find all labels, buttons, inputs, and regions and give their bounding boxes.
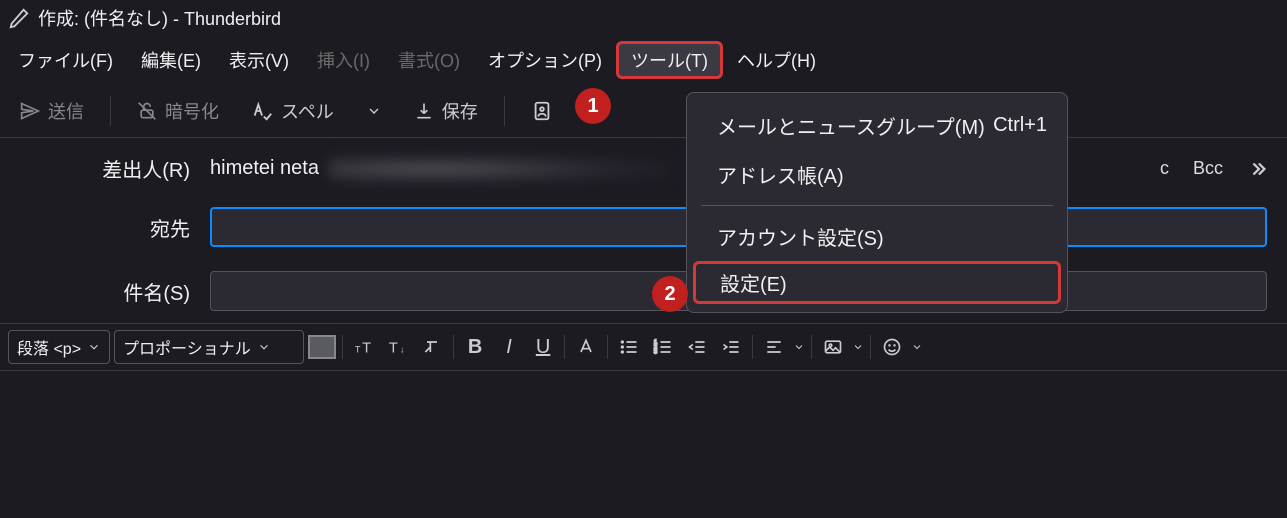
download-icon: [414, 101, 434, 121]
menu-settings[interactable]: 設定(E): [693, 261, 1061, 304]
contacts-button[interactable]: [519, 96, 565, 126]
from-blurred-email: [329, 155, 669, 183]
insert-image-button[interactable]: [818, 332, 848, 362]
menu-account-settings[interactable]: アカウント設定(S): [687, 212, 1067, 261]
format-divider: [870, 335, 871, 359]
chevron-down-icon: [257, 340, 271, 354]
tools-menu: メールとニュースグループ(M) Ctrl+1 アドレス帳(A) アカウント設定(…: [686, 92, 1068, 313]
number-list-button[interactable]: 123: [648, 332, 678, 362]
emoji-button[interactable]: [877, 332, 907, 362]
from-row: 差出人(R) himetei neta c Bcc: [0, 154, 1287, 183]
window-titlebar: 作成: (件名なし) - Thunderbird: [0, 0, 1287, 36]
bcc-button[interactable]: Bcc: [1193, 158, 1223, 179]
color-swatch[interactable]: [308, 335, 336, 359]
cc-bcc-controls: c Bcc: [1160, 158, 1287, 180]
format-divider: [607, 335, 608, 359]
to-label: 宛先: [40, 213, 210, 242]
menu-options[interactable]: オプション(P): [474, 41, 616, 79]
menu-address-book[interactable]: アドレス帳(A): [687, 150, 1067, 199]
menu-view[interactable]: 表示(V): [215, 41, 303, 79]
format-divider: [453, 335, 454, 359]
menu-edit[interactable]: 編集(E): [127, 41, 215, 79]
bullet-list-button[interactable]: [614, 332, 644, 362]
outdent-button[interactable]: [682, 332, 712, 362]
font-size-increase-button[interactable]: T↓: [383, 332, 413, 362]
window-title: 作成: (件名なし) - Thunderbird: [38, 5, 281, 31]
align-button[interactable]: [759, 332, 789, 362]
chevron-down-icon: [366, 103, 382, 119]
svg-text:T: T: [362, 341, 371, 357]
menu-help[interactable]: ヘルプ(H): [723, 41, 830, 79]
chevron-down-icon[interactable]: [852, 341, 864, 353]
encrypt-button[interactable]: 暗号化: [125, 94, 231, 128]
chevron-down-icon[interactable]: [911, 341, 923, 353]
chevron-right-double-icon[interactable]: [1247, 158, 1269, 180]
font-dropdown[interactable]: プロポーショナル: [114, 330, 304, 364]
underline-button[interactable]: U: [528, 332, 558, 362]
menu-separator: [701, 205, 1053, 206]
indent-button[interactable]: [716, 332, 746, 362]
menu-mail-news[interactable]: メールとニュースグループ(M) Ctrl+1: [687, 101, 1067, 150]
format-toolbar: 段落 <p> プロポーショナル TT T↓ B I U 123: [0, 323, 1287, 371]
italic-button[interactable]: I: [494, 332, 524, 362]
annotation-1: 1: [575, 88, 611, 124]
lock-slash-icon: [137, 101, 157, 121]
spell-dropdown[interactable]: [354, 99, 394, 123]
toolbar: 送信 暗号化 スペル 保存: [0, 84, 1287, 138]
subject-row: 件名(S): [0, 271, 1287, 311]
send-button[interactable]: 送信: [8, 94, 96, 128]
from-label: 差出人(R): [40, 154, 210, 183]
compose-body[interactable]: [0, 371, 1287, 441]
font-size-decrease-button[interactable]: TT: [349, 332, 379, 362]
spellcheck-icon: [251, 100, 273, 122]
svg-text:T: T: [389, 341, 398, 357]
spell-button[interactable]: スペル: [239, 94, 346, 128]
format-divider: [752, 335, 753, 359]
chevron-down-icon: [87, 340, 101, 354]
send-icon: [20, 101, 40, 121]
to-row: 宛先: [0, 207, 1287, 247]
svg-text:3: 3: [654, 350, 657, 356]
bold-button[interactable]: B: [460, 332, 490, 362]
menu-insert[interactable]: 挿入(I): [303, 41, 384, 79]
chevron-down-icon[interactable]: [793, 341, 805, 353]
toolbar-divider: [504, 96, 505, 126]
from-value[interactable]: himetei neta: [210, 155, 669, 183]
annotation-2: 2: [652, 276, 688, 312]
subject-label: 件名(S): [40, 277, 210, 306]
svg-text:↓: ↓: [400, 345, 405, 355]
menu-tools[interactable]: ツール(T): [616, 41, 723, 79]
menu-format[interactable]: 書式(O): [384, 41, 474, 79]
format-divider: [342, 335, 343, 359]
headers-area: 差出人(R) himetei neta c Bcc 宛先 件名(S): [0, 138, 1287, 311]
paragraph-dropdown[interactable]: 段落 <p>: [8, 330, 110, 364]
contacts-icon: [531, 100, 553, 122]
save-button[interactable]: 保存: [402, 94, 490, 128]
clear-format-button[interactable]: [417, 332, 447, 362]
font-color-button[interactable]: [571, 332, 601, 362]
svg-text:T: T: [355, 345, 361, 355]
format-divider: [811, 335, 812, 359]
compose-icon: [8, 7, 30, 29]
toolbar-divider: [110, 96, 111, 126]
format-divider: [564, 335, 565, 359]
menubar: ファイル(F) 編集(E) 表示(V) 挿入(I) 書式(O) オプション(P)…: [0, 36, 1287, 84]
menu-file[interactable]: ファイル(F): [4, 41, 127, 79]
cc-button[interactable]: c: [1160, 158, 1169, 179]
